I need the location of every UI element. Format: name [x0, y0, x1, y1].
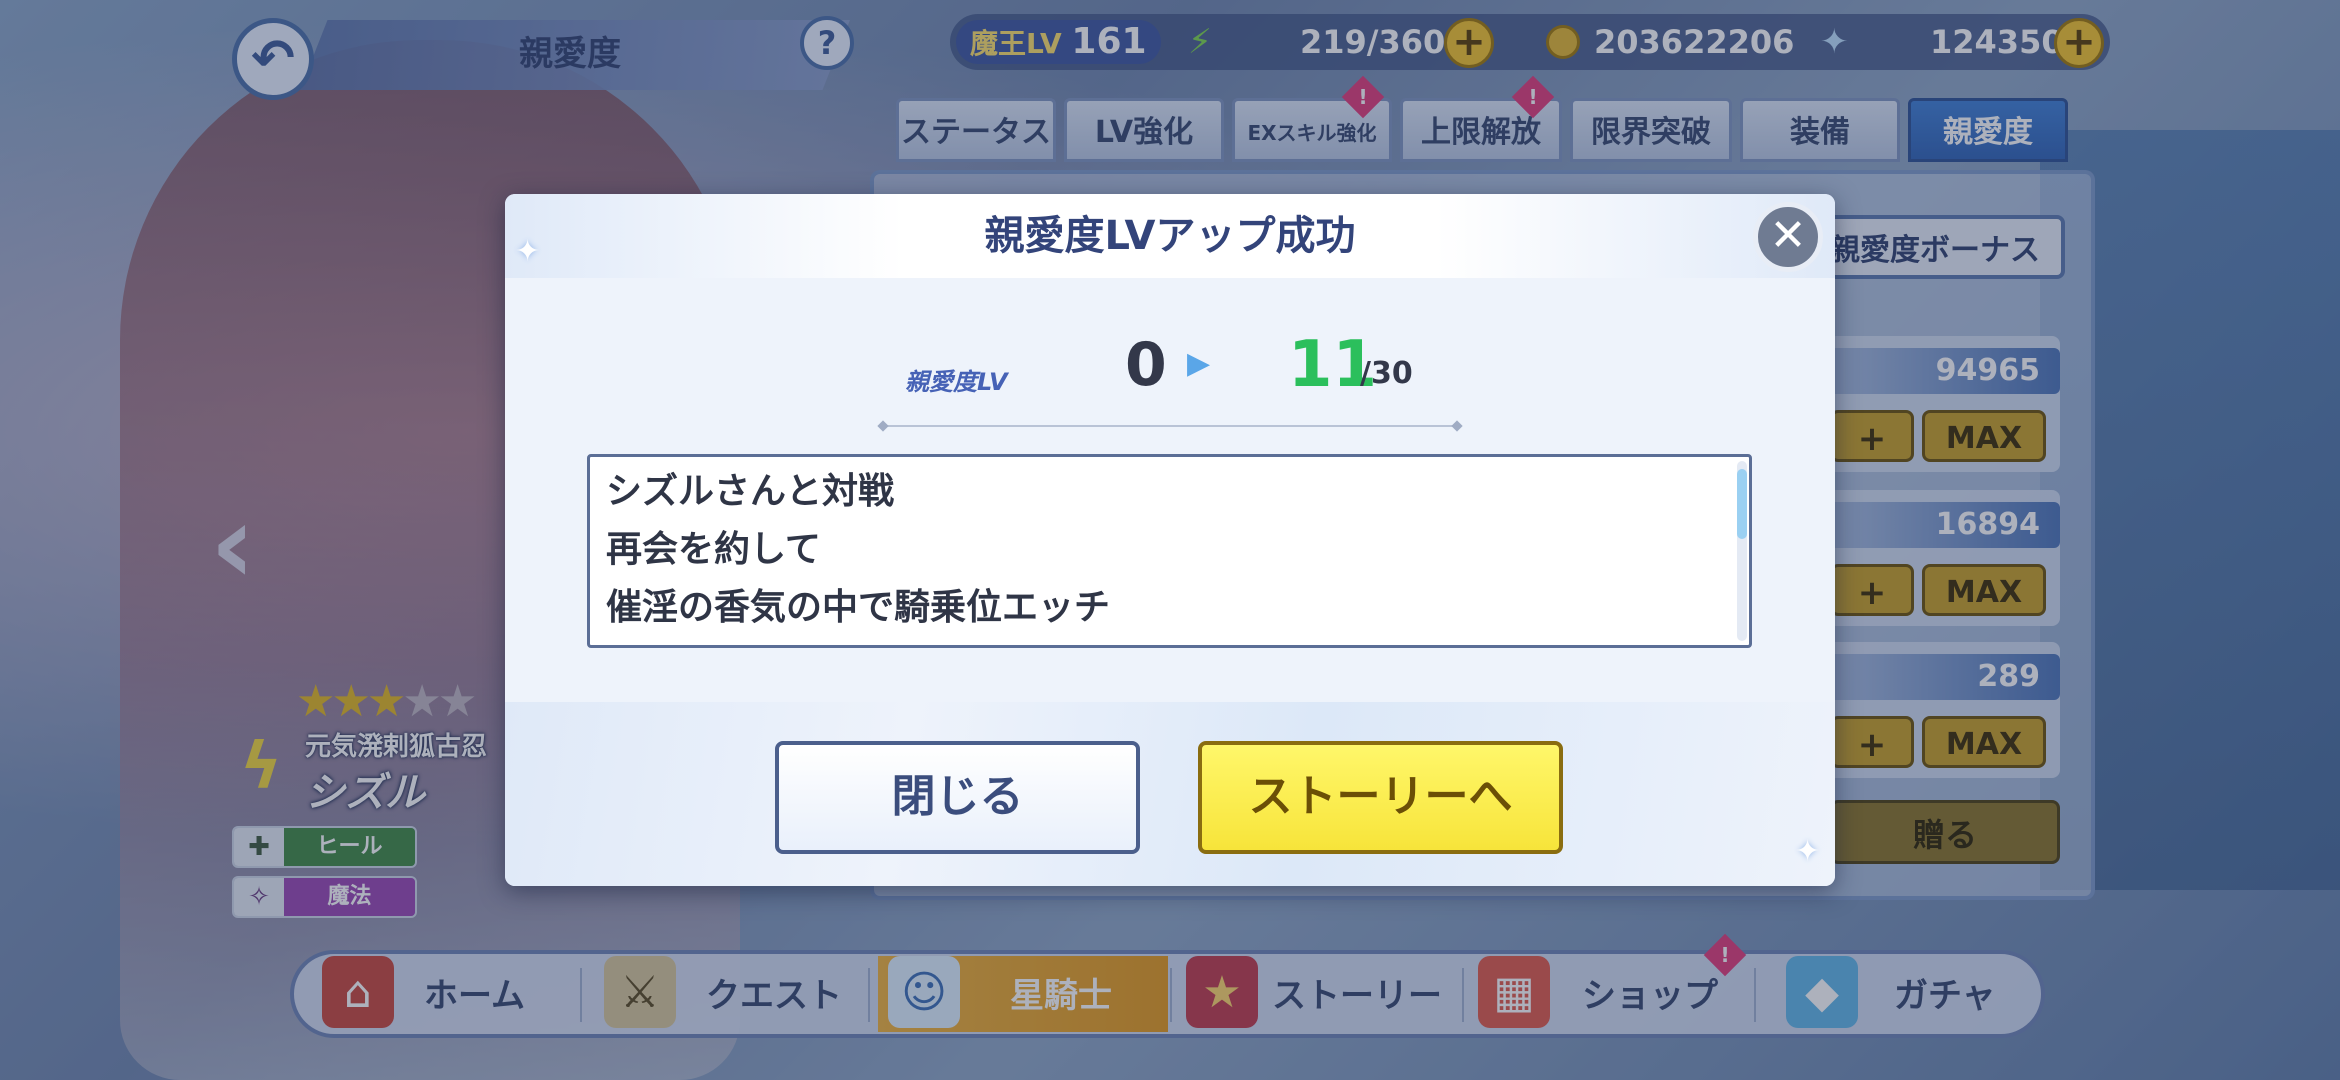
list-item: 再会を約して [606, 529, 821, 570]
affection-level-caption: 親愛度LV [905, 368, 1008, 396]
dialog-close-button[interactable]: ✕ [1753, 202, 1823, 272]
scrollbar-thumb[interactable] [1737, 469, 1747, 539]
sparkle-icon: ✦ [1795, 834, 1821, 869]
level-max: /30 [1360, 356, 1413, 391]
close-button[interactable]: 閉じる [775, 741, 1140, 854]
unlocked-story-list[interactable]: シズルさんと対戦 再会を約して 催淫の香気の中で騎乗位エッチ [587, 454, 1752, 648]
dialog-title: 親愛度LVアップ成功 [984, 213, 1356, 259]
list-item: 催淫の香気の中で騎乗位エッチ [606, 587, 1111, 628]
list-item: シズルさんと対戦 [606, 471, 895, 512]
dialog-footer [505, 702, 1835, 886]
level-arrow-icon: ▶ [1187, 346, 1211, 381]
sparkle-icon: ✦ [515, 234, 541, 269]
level-from: 0 [1125, 330, 1167, 400]
divider [882, 425, 1458, 427]
go-to-story-button[interactable]: ストーリーへ [1198, 741, 1563, 854]
